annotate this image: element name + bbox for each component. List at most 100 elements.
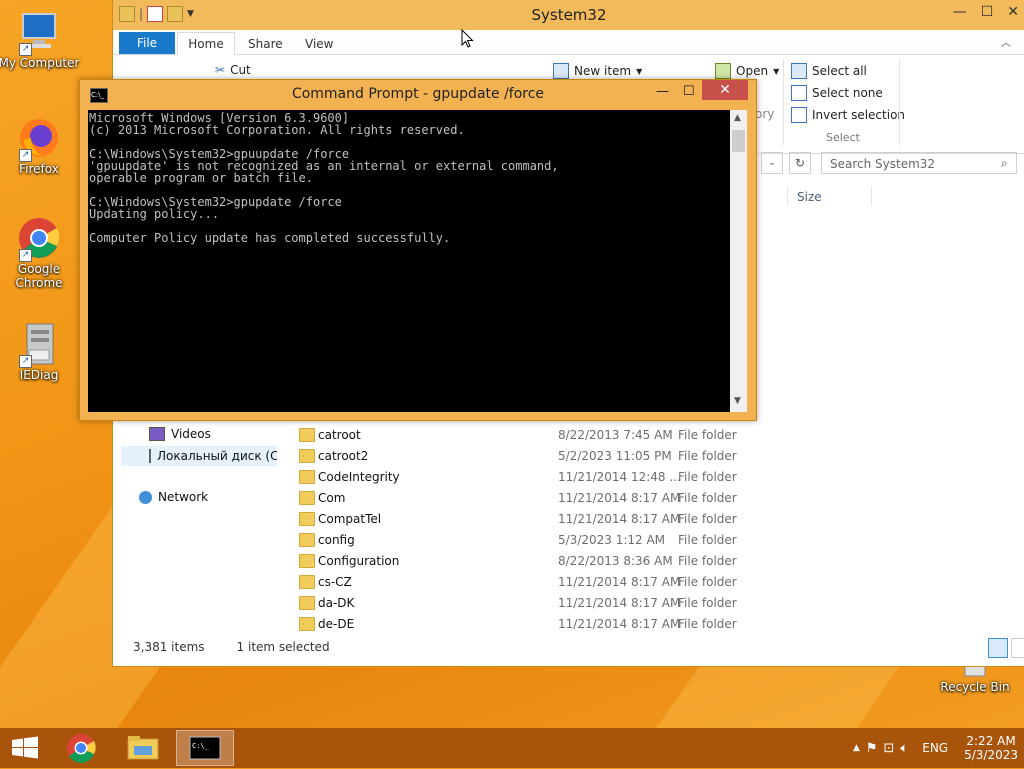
- desktop-icon-my-computer[interactable]: ↗ My Computer: [0, 10, 81, 70]
- cut-button[interactable]: ✂ Cut: [215, 63, 251, 77]
- desktop-icon-chrome[interactable]: ↗ Google Chrome: [0, 216, 81, 290]
- select-none-icon: [791, 85, 807, 101]
- file-row[interactable]: CodeIntegrity 11/21/2014 12:48 ... File fo…: [297, 467, 737, 488]
- chrome-icon: ↗: [17, 216, 61, 262]
- minimize-button[interactable]: —: [953, 4, 967, 20]
- console-output[interactable]: Microsoft Windows [Version 6.3.9600] (c) …: [88, 110, 730, 412]
- file-name: Configuration: [318, 554, 400, 568]
- maximize-button[interactable]: ☐: [683, 84, 695, 99]
- desktop-icon-firefox[interactable]: ↗ Firefox: [0, 116, 81, 176]
- refresh-icon[interactable]: ↻: [789, 152, 811, 174]
- open-label: Open: [736, 64, 769, 78]
- scrollbar-thumb[interactable]: [732, 130, 745, 152]
- computer-icon: ↗: [17, 10, 61, 56]
- file-row[interactable]: catroot2 5/2/2023 11:05 PM File folder: [297, 446, 737, 467]
- start-button[interactable]: [0, 730, 50, 766]
- file-row[interactable]: config 5/3/2023 1:12 AM File folder: [297, 530, 737, 551]
- ribbon-tabs: File Home Share View ︿: [113, 30, 1024, 56]
- file-name: CodeIntegrity: [318, 470, 400, 484]
- window-controls: — ☐ ✕: [953, 4, 1019, 20]
- search-icon[interactable]: ⌕: [1001, 156, 1008, 171]
- select-group-label: Select: [826, 131, 860, 144]
- folder-icon: [299, 554, 315, 568]
- nav-item-videos[interactable]: Videos: [149, 427, 211, 441]
- history-button[interactable]: ory: [755, 107, 774, 121]
- taskbar: C:\_ ▲ ⚑ ⊡ 🔈︎ ENG 2:22 AM 5/3/2023: [0, 728, 1024, 768]
- show-hidden-icons-icon[interactable]: ▲: [853, 743, 860, 753]
- vertical-scrollbar[interactable]: ▲ ▼: [730, 110, 747, 412]
- desktop-icon-label: Firefox: [19, 162, 59, 176]
- file-row[interactable]: cs-CZ 11/21/2014 8:17 AM File folder: [297, 572, 737, 593]
- close-button[interactable]: ✕: [1007, 4, 1019, 20]
- scroll-down-icon[interactable]: ▼: [734, 396, 741, 406]
- folder-icon: [299, 491, 315, 505]
- cmd-titlebar[interactable]: C:\_ Command Prompt - gpupdate /force — …: [80, 80, 756, 108]
- tab-file[interactable]: File: [119, 32, 175, 54]
- search-input[interactable]: Search System32: [821, 152, 1017, 174]
- details-view-icon[interactable]: [988, 638, 1008, 658]
- select-all-button[interactable]: Select all: [791, 63, 867, 79]
- desktop-icon-iediag[interactable]: ↗ IEDiag: [0, 322, 81, 382]
- desktop-icon-label: My Computer: [0, 56, 80, 70]
- file-row[interactable]: da-DK 11/21/2014 8:17 AM File folder: [297, 593, 737, 614]
- file-name: CompatTel: [318, 512, 382, 526]
- scroll-up-icon[interactable]: ▲: [734, 113, 741, 123]
- collapse-ribbon-icon[interactable]: ︿: [1001, 34, 1011, 49]
- status-bar: 3,381 items 1 item selected: [133, 640, 330, 654]
- clock[interactable]: 2:22 AM 5/3/2023: [964, 734, 1018, 762]
- folder-icon: [299, 512, 315, 526]
- select-none-button[interactable]: Select none: [791, 85, 883, 101]
- file-row[interactable]: Configuration 8/22/2013 8:36 AM File folde…: [297, 551, 737, 572]
- explorer-titlebar[interactable]: | ▼ System32 — ☐ ✕: [113, 0, 1024, 30]
- file-type: File folder: [678, 575, 737, 589]
- select-all-label: Select all: [812, 64, 867, 78]
- taskbar-chrome[interactable]: [52, 730, 110, 766]
- chevron-down-icon: ▼: [636, 66, 643, 76]
- tab-home[interactable]: Home: [177, 32, 235, 56]
- file-date: 11/21/2014 12:48 ...: [558, 470, 681, 484]
- network-status-icon[interactable]: ⊡: [884, 741, 895, 756]
- nav-item-local-disk[interactable]: Локальный диск (C: [121, 446, 277, 466]
- language-indicator[interactable]: ENG: [922, 741, 948, 755]
- large-icons-view-icon[interactable]: [1011, 638, 1024, 658]
- file-name: cs-CZ: [318, 575, 352, 589]
- address-dropdown-icon[interactable]: ⌄: [761, 152, 783, 174]
- select-none-label: Select none: [812, 86, 883, 100]
- minimize-button[interactable]: —: [656, 84, 669, 99]
- file-name: catroot: [318, 428, 361, 442]
- maximize-button[interactable]: ☐: [981, 4, 994, 20]
- desktop-icon-label: Recycle Bin: [940, 680, 1010, 694]
- window-title: Command Prompt - gpupdate /force: [291, 86, 545, 102]
- file-date: 11/21/2014 8:17 AM: [558, 575, 681, 589]
- new-item-button[interactable]: New item ▼: [553, 63, 642, 79]
- file-row[interactable]: catroot 8/22/2013 7:45 AM File folder: [297, 425, 737, 446]
- console-line: Computer Policy update has completed suc…: [89, 231, 451, 245]
- close-button[interactable]: ✕: [702, 80, 748, 100]
- file-name: Com: [318, 491, 346, 505]
- file-name: de-DE: [318, 617, 355, 631]
- folder-icon: [299, 470, 315, 484]
- taskbar-file-explorer[interactable]: [114, 730, 172, 766]
- action-center-icon[interactable]: ⚑: [866, 741, 878, 756]
- invert-selection-button[interactable]: Invert selection: [791, 107, 905, 123]
- file-row[interactable]: CompatTel 11/21/2014 8:17 AM File folder: [297, 509, 737, 530]
- tab-view[interactable]: View: [305, 37, 333, 51]
- column-header-size[interactable]: Size: [797, 190, 822, 204]
- file-date: 8/22/2013 8:36 AM: [558, 554, 673, 568]
- file-row[interactable]: de-DE 11/21/2014 8:17 AM File folder: [297, 614, 737, 635]
- console-line: (c) 2013 Microsoft Corporation. All righ…: [89, 123, 465, 137]
- folder-icon: [299, 596, 315, 610]
- tab-share[interactable]: Share: [248, 37, 283, 51]
- nav-item-network[interactable]: Network: [139, 490, 208, 504]
- open-button[interactable]: Open ▼: [715, 63, 779, 79]
- new-item-icon: [553, 63, 569, 79]
- mouse-cursor-icon: [461, 29, 474, 48]
- column-divider: [871, 186, 872, 206]
- file-explorer-icon: [127, 736, 159, 760]
- file-row[interactable]: Com 11/21/2014 8:17 AM File folder: [297, 488, 737, 509]
- taskbar-command-prompt[interactable]: C:\_: [176, 730, 234, 766]
- selection-count: 1 item selected: [236, 640, 330, 654]
- select-all-icon: [791, 63, 807, 79]
- volume-muted-icon[interactable]: 🔈︎: [900, 741, 908, 756]
- nav-label: Локальный диск (C: [157, 449, 277, 463]
